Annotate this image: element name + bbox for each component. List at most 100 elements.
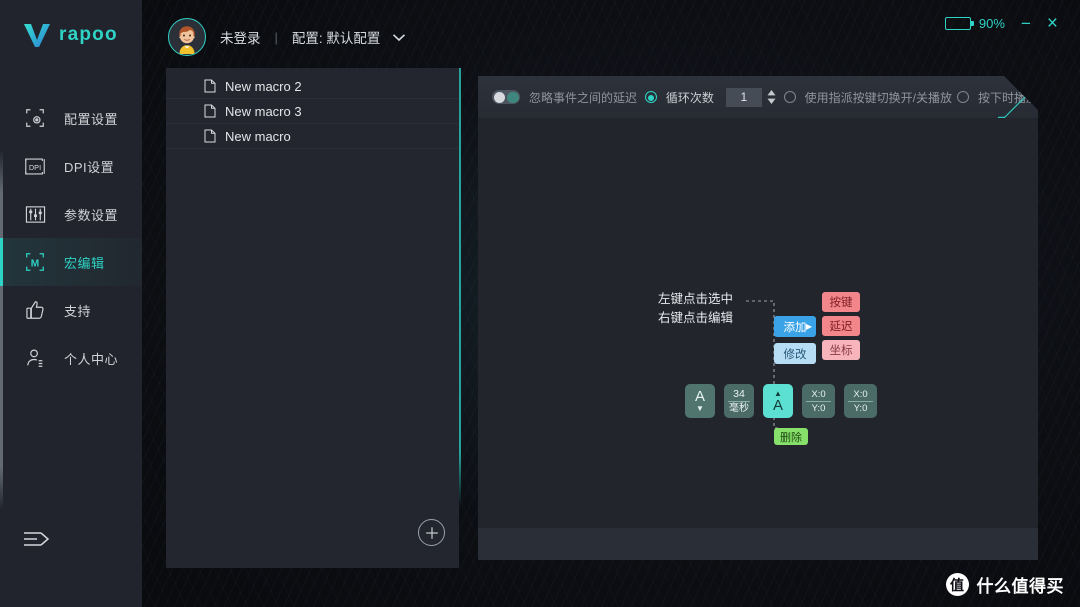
context-menu-item-add[interactable]: 添加 ▶ bbox=[774, 316, 816, 337]
hint-line-2: 右键点击编辑 bbox=[658, 311, 734, 325]
config-settings-icon bbox=[22, 105, 48, 131]
key-letter: A bbox=[772, 397, 783, 414]
toggle-play-radio[interactable] bbox=[784, 91, 796, 103]
context-menu-item-label: 修改 bbox=[783, 348, 807, 361]
arrow-down-icon: ▼ bbox=[696, 404, 704, 413]
sequence-tile-keyup[interactable]: ▲ A bbox=[763, 384, 793, 418]
sidebar-item-support[interactable]: 支持 bbox=[0, 286, 142, 334]
list-item[interactable]: New macro bbox=[166, 124, 459, 149]
sidebar-item-dpi-settings[interactable]: DPI DPI设置 bbox=[0, 142, 142, 190]
user-profile-icon bbox=[22, 345, 48, 371]
close-button[interactable]: × bbox=[1047, 14, 1058, 33]
brand-name: rapoo bbox=[59, 24, 118, 45]
macro-sequence-canvas[interactable]: 左键点击选中 右键点击编辑 添加 ▶ 修改 按键 延迟 坐标 A ▼ 34 毫秒… bbox=[478, 118, 1038, 528]
sidebar-item-label: 配置设置 bbox=[64, 111, 119, 127]
chevron-down-icon bbox=[392, 30, 406, 45]
submenu-item-label: 按键 bbox=[829, 297, 853, 309]
context-submenu: 按键 延迟 坐标 bbox=[822, 292, 860, 364]
toggle-knob bbox=[494, 92, 505, 103]
delete-button[interactable]: 删除 bbox=[774, 428, 808, 445]
macro-sequence-row: A ▼ 34 毫秒 ▲ A X:0 Y:0 X:0 Y:0 bbox=[685, 384, 877, 418]
sidebar-item-user-profile[interactable]: 个人中心 bbox=[0, 334, 142, 382]
editor-toolbar: 忽略事件之间的延迟 循环次数 使用指派按键切换开/关播放 按下时播放 bbox=[478, 76, 1038, 118]
toggle-play-label: 使用指派按键切换开/关播放 bbox=[804, 90, 952, 105]
thumbs-up-icon bbox=[22, 297, 48, 323]
minimize-button[interactable]: − bbox=[1021, 15, 1031, 32]
ignore-delay-label: 忽略事件之间的延迟 bbox=[529, 90, 638, 105]
watermark: 值 什么值得买 bbox=[945, 572, 1065, 597]
brand: rapoo bbox=[0, 0, 142, 70]
hold-play-radio[interactable] bbox=[957, 91, 969, 103]
battery-icon bbox=[944, 16, 974, 30]
list-item-label: New macro 3 bbox=[225, 103, 302, 119]
sidebar-item-label: 支持 bbox=[64, 303, 92, 319]
profile-selector[interactable]: 配置: 默认配置 bbox=[292, 27, 406, 47]
sidebar-item-parameter-settings[interactable]: 参数设置 bbox=[0, 190, 142, 238]
login-state-label[interactable]: 未登录 bbox=[220, 27, 261, 47]
loop-count-label: 循环次数 bbox=[665, 90, 714, 105]
user-avatar-icon[interactable] bbox=[168, 18, 206, 56]
list-item[interactable]: New macro 2 bbox=[166, 74, 459, 99]
hold-play-label: 按下时播放 bbox=[977, 90, 1038, 105]
header-divider: | bbox=[274, 29, 278, 45]
sidebar-item-config-settings[interactable]: 配置设置 bbox=[0, 94, 142, 142]
macro-list-panel: New macro 2 New macro 3 New macro bbox=[166, 68, 461, 568]
sidebar-item-label: 个人中心 bbox=[64, 351, 119, 367]
sidebar-item-label: 宏编辑 bbox=[64, 255, 105, 271]
tile-divider bbox=[806, 400, 831, 402]
ignore-delay-toggle[interactable] bbox=[492, 90, 520, 104]
tile-divider bbox=[728, 400, 750, 402]
spinner-updown-icon[interactable] bbox=[767, 90, 776, 104]
toggle-track-fill bbox=[507, 92, 519, 103]
macro-list: New macro 2 New macro 3 New macro bbox=[166, 68, 459, 149]
submenu-item-delay[interactable]: 延迟 bbox=[822, 316, 860, 336]
collapse-panel-icon[interactable] bbox=[22, 528, 52, 552]
app-window: rapoo 配置设置 DPI DPI设置 参数设置 M 宏编辑 支持 个人中心 … bbox=[0, 0, 1080, 607]
sequence-tile-coordinate[interactable]: X:0 Y:0 bbox=[802, 384, 835, 418]
sidebar: rapoo 配置设置 DPI DPI设置 参数设置 M 宏编辑 支持 个人中心 bbox=[0, 0, 142, 607]
rapoo-v-logo-icon bbox=[22, 22, 52, 48]
delay-value: 34 bbox=[733, 387, 745, 400]
sidebar-item-macro-edit[interactable]: M 宏编辑 bbox=[0, 238, 142, 286]
sidebar-item-label: 参数设置 bbox=[64, 207, 119, 223]
submenu-item-coordinate[interactable]: 坐标 bbox=[822, 340, 860, 360]
plus-circle-icon[interactable] bbox=[418, 519, 445, 546]
sequence-tile-keydown[interactable]: A ▼ bbox=[685, 384, 715, 418]
svg-text:DPI: DPI bbox=[29, 163, 41, 172]
battery-percent-label: 90% bbox=[978, 15, 1005, 31]
watermark-text: 什么值得买 bbox=[976, 577, 1064, 596]
list-item-label: New macro 2 bbox=[225, 78, 302, 94]
profile-label: 配置: 默认配置 bbox=[291, 31, 381, 46]
submenu-item-label: 坐标 bbox=[829, 345, 853, 357]
coordinate-y: Y:0 bbox=[811, 402, 826, 414]
sequence-tile-coordinate[interactable]: X:0 Y:0 bbox=[844, 384, 877, 418]
list-item[interactable]: New macro 3 bbox=[166, 99, 459, 124]
sidebar-nav: 配置设置 DPI DPI设置 参数设置 M 宏编辑 支持 个人中心 bbox=[0, 94, 142, 382]
battery-indicator: 90% bbox=[944, 15, 1005, 31]
loop-count-radio[interactable] bbox=[645, 91, 657, 103]
context-menu-item-modify[interactable]: 修改 bbox=[774, 343, 816, 364]
sequence-tile-delay[interactable]: 34 毫秒 bbox=[724, 384, 754, 418]
context-menu-item-label: 添加 bbox=[783, 321, 807, 334]
loop-count-input[interactable] bbox=[726, 88, 762, 107]
coordinate-x: X:0 bbox=[853, 388, 868, 400]
parameter-settings-icon bbox=[22, 201, 48, 227]
submenu-item-key[interactable]: 按键 bbox=[822, 292, 860, 312]
document-icon bbox=[204, 104, 216, 118]
chevron-right-icon: ▶ bbox=[805, 322, 812, 331]
document-icon bbox=[204, 79, 216, 93]
connector-lines bbox=[746, 300, 778, 429]
dpi-settings-icon: DPI bbox=[22, 153, 48, 179]
hint-line-1: 左键点击选中 bbox=[658, 292, 734, 306]
coordinate-x: X:0 bbox=[811, 388, 826, 400]
submenu-item-label: 延迟 bbox=[829, 321, 853, 333]
macro-edit-icon: M bbox=[22, 249, 48, 275]
canvas-hint-text: 左键点击选中 右键点击编辑 bbox=[658, 290, 733, 328]
document-icon bbox=[204, 129, 216, 143]
delay-unit: 毫秒 bbox=[729, 402, 749, 414]
window-titlebar: 90% − × bbox=[944, 0, 1080, 46]
profile-header: 未登录 | 配置: 默认配置 bbox=[168, 18, 406, 56]
editor-footer bbox=[478, 528, 1038, 560]
context-menu: 添加 ▶ 修改 bbox=[774, 316, 816, 370]
macro-editor-panel: 忽略事件之间的延迟 循环次数 使用指派按键切换开/关播放 按下时播放 bbox=[478, 76, 1038, 560]
